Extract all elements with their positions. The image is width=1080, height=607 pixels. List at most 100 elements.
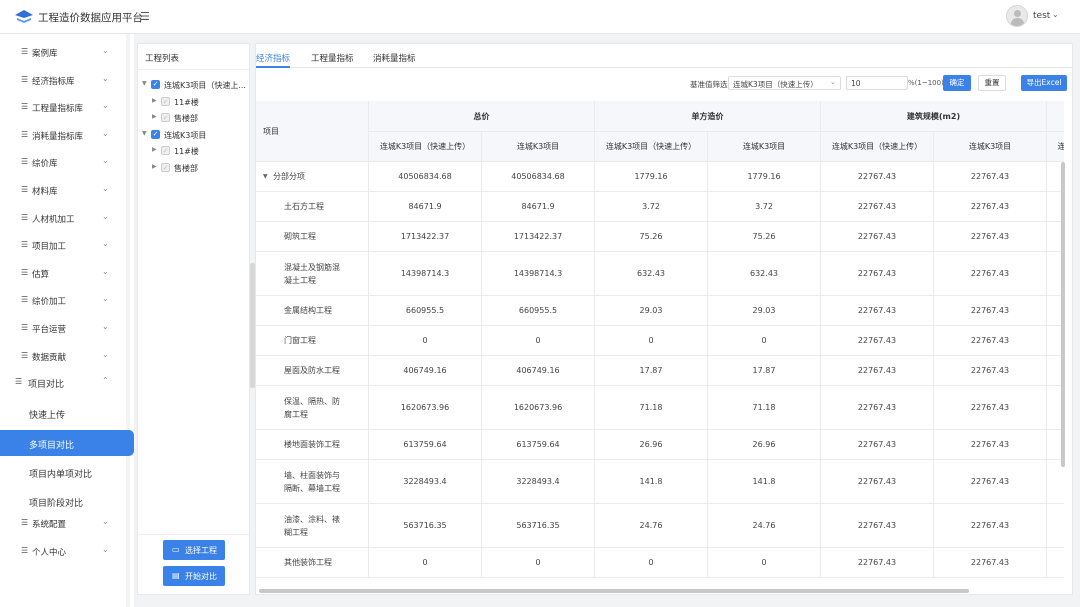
baseline-select[interactable]: 连城K3项目（快速上传） ⌄ bbox=[728, 76, 841, 90]
folder-icon: ▭ bbox=[172, 545, 180, 554]
table-row-name: 金属结构工程 bbox=[256, 296, 369, 326]
sidebar-item-material-library[interactable]: ☰ 材料库 ⌄ bbox=[0, 178, 134, 202]
expand-arrow-icon[interactable]: ▼ bbox=[142, 130, 147, 137]
menu-icon: ☰ bbox=[15, 377, 23, 386]
tree-node-label: 连城K3项目 bbox=[164, 130, 207, 140]
start-compare-button[interactable]: ▤ 开始对比 bbox=[163, 566, 225, 586]
sidebar-item-estimation[interactable]: ☰ 估算 ⌄ bbox=[0, 261, 134, 285]
sidebar-item-resource-processing[interactable]: ☰ 人材机加工 ⌄ bbox=[0, 206, 134, 230]
table-cell: 0 bbox=[482, 548, 595, 578]
comparison-table: 项目 总价 单方造价 建筑规模(m2) 连城K3项目（快速上传） 连城K3项目 连城K3项目… bbox=[256, 101, 1064, 589]
sidebar-item-consumption-index-library[interactable]: ☰ 消耗量指标库 ⌄ bbox=[0, 123, 134, 147]
table-cell: 1779.16 bbox=[595, 162, 708, 192]
sub-column-header[interactable]: 连城K3项目 bbox=[708, 132, 821, 162]
table-vertical-scrollbar[interactable] bbox=[1061, 162, 1065, 467]
sub-column-header[interactable]: 连城K3项目（快速上传） bbox=[595, 132, 708, 162]
tree-node-label: 11#楼 bbox=[174, 97, 199, 107]
sub-column-header[interactable]: 连城K3项目 bbox=[482, 132, 595, 162]
table-cell: 0 bbox=[369, 326, 482, 356]
sidebar-item-project-compare[interactable]: ☰ 项目对比 ⌃ bbox=[0, 370, 134, 394]
sidebar-item-case-library[interactable]: ☰ 案例库 ⌄ bbox=[0, 40, 134, 64]
sub-column-header[interactable]: 连 bbox=[1047, 132, 1064, 162]
tab-bar: 经济指标 工程量指标 消耗量指标 bbox=[256, 44, 1072, 68]
expand-arrow-icon[interactable]: ▶ bbox=[152, 163, 157, 170]
export-excel-button[interactable]: 导出Excel bbox=[1021, 75, 1067, 91]
tab-consumption-index[interactable]: 消耗量指标 bbox=[373, 52, 416, 64]
table-row-name: 门窗工程 bbox=[256, 326, 369, 356]
table-cell: 660955.5 bbox=[482, 296, 595, 326]
expand-arrow-icon[interactable]: ▶ bbox=[152, 146, 157, 153]
table-cell: 75.26 bbox=[595, 222, 708, 252]
table-cell: 84671.9 bbox=[482, 192, 595, 222]
reset-button[interactable]: 重置 bbox=[978, 75, 1006, 91]
main-panel: 经济指标 工程量指标 消耗量指标 基准值筛选 连城K3项目（快速上传） ⌄ 10… bbox=[255, 43, 1073, 595]
table-cell: 22767.43 bbox=[821, 356, 934, 386]
sidebar-item-unit-price-library[interactable]: ☰ 综价库 ⌄ bbox=[0, 150, 134, 174]
sidebar-item-project-processing[interactable]: ☰ 项目加工 ⌄ bbox=[0, 233, 134, 257]
sub-column-header[interactable]: 连城K3项目 bbox=[934, 132, 1047, 162]
tree-node-building[interactable]: ▶ ✓ 售楼部 bbox=[152, 111, 247, 125]
sidebar-item-quantity-index-library[interactable]: ☰ 工程量指标库 ⌄ bbox=[0, 95, 134, 119]
table-cell: 22767.43 bbox=[821, 430, 934, 460]
submenu-quick-upload[interactable]: 快速上传 bbox=[0, 400, 134, 426]
tab-quantity-index[interactable]: 工程量指标 bbox=[311, 52, 354, 64]
chevron-down-icon[interactable]: ⌄ bbox=[1052, 10, 1059, 19]
tree-node-building[interactable]: ▶ ✓ 售楼部 bbox=[152, 161, 247, 175]
confirm-button[interactable]: 确定 bbox=[943, 75, 971, 91]
sub-column-header[interactable]: 连城K3项目（快速上传） bbox=[369, 132, 482, 162]
sidebar-item-personal-center[interactable]: ☰ 个人中心 ⌄ bbox=[0, 539, 134, 563]
sub-column-header[interactable]: 连城K3项目（快速上传） bbox=[821, 132, 934, 162]
table-cell: 613759.64 bbox=[482, 430, 595, 460]
sidebar-item-label: 平台运营 bbox=[32, 325, 67, 335]
sidebar-item-label: 项目对比 bbox=[28, 380, 65, 390]
chevron-down-icon: ⌄ bbox=[102, 101, 109, 111]
sidebar-item-system-config[interactable]: ☰ 系统配置 ⌄ bbox=[0, 511, 134, 535]
fold-menu-icon[interactable]: ☰ bbox=[140, 10, 150, 23]
expand-row-icon[interactable]: ▼ bbox=[263, 170, 268, 183]
tree-node-building[interactable]: ▶ ✓ 11#楼 bbox=[152, 95, 247, 109]
chevron-down-icon: ⌄ bbox=[102, 266, 109, 276]
table-row-name: 保温、隔热、防腐工程 bbox=[256, 386, 369, 430]
submenu-multi-project-compare[interactable]: 多项目对比 bbox=[0, 430, 134, 456]
select-project-button[interactable]: ▭ 选择工程 bbox=[163, 540, 225, 560]
checkbox-checked[interactable]: ✓ bbox=[151, 80, 160, 89]
percent-input[interactable]: 10 bbox=[846, 76, 908, 90]
sidebar-item-unit-price-processing[interactable]: ☰ 综价加工 ⌄ bbox=[0, 288, 134, 312]
table-cell: 22767.43 bbox=[934, 504, 1047, 548]
tab-economic-index[interactable]: 经济指标 bbox=[256, 52, 290, 64]
table-cell: 0 bbox=[708, 548, 821, 578]
user-name[interactable]: test bbox=[1033, 11, 1050, 21]
expand-arrow-icon[interactable]: ▶ bbox=[152, 97, 157, 104]
table-cell: 22767.43 bbox=[934, 296, 1047, 326]
expand-arrow-icon[interactable]: ▼ bbox=[142, 80, 147, 87]
table-cell: 632.43 bbox=[708, 252, 821, 296]
sidebar-item-data-contribution[interactable]: ☰ 数据贡献 ⌄ bbox=[0, 344, 134, 368]
table-cell: 24.76 bbox=[595, 504, 708, 548]
chevron-down-icon: ⌄ bbox=[102, 184, 109, 193]
sidebar-item-economic-index-library[interactable]: ☰ 经济指标库 ⌄ bbox=[0, 68, 134, 92]
table-cell: 71.18 bbox=[595, 386, 708, 430]
submenu-single-item-compare[interactable]: 项目内单项对比 bbox=[0, 459, 134, 485]
tree-node-building[interactable]: ▶ ✓ 11#楼 bbox=[152, 144, 247, 158]
sidebar-item-label: 案例库 bbox=[32, 49, 58, 59]
tree-node-project[interactable]: ▼ ✓ 连城K3项目 bbox=[142, 128, 247, 142]
expand-arrow-icon[interactable]: ▶ bbox=[152, 113, 157, 120]
menu-icon: ☰ bbox=[21, 350, 29, 360]
checkbox-disabled: ✓ bbox=[161, 96, 170, 106]
table-cell: 22767.43 bbox=[934, 430, 1047, 460]
avatar[interactable] bbox=[1006, 5, 1028, 27]
table-row-name: 墙、柱面装饰与隔断、幕墙工程 bbox=[256, 460, 369, 504]
tree-node-project[interactable]: ▼ ✓ 连城K3项目（快速上... bbox=[142, 78, 247, 92]
table-cell: 141.8 bbox=[595, 460, 708, 504]
checkbox-checked[interactable]: ✓ bbox=[151, 129, 160, 139]
table-horizontal-scrollbar[interactable] bbox=[259, 589, 969, 593]
row-label: 混凝土及钢筋混凝土工程 bbox=[284, 262, 340, 285]
group-header: 单方造价 bbox=[595, 101, 821, 132]
chevron-down-icon: ⌄ bbox=[102, 239, 109, 249]
table-cell: 563716.35 bbox=[482, 504, 595, 548]
table-cell: 3228493.4 bbox=[369, 460, 482, 504]
sidebar-item-label: 消耗量指标库 bbox=[32, 131, 84, 142]
sidebar-item-platform-operation[interactable]: ☰ 平台运营 ⌄ bbox=[0, 316, 134, 340]
sidebar-item-label: 材料库 bbox=[32, 187, 58, 197]
checkbox-disabled: ✓ bbox=[161, 113, 170, 122]
